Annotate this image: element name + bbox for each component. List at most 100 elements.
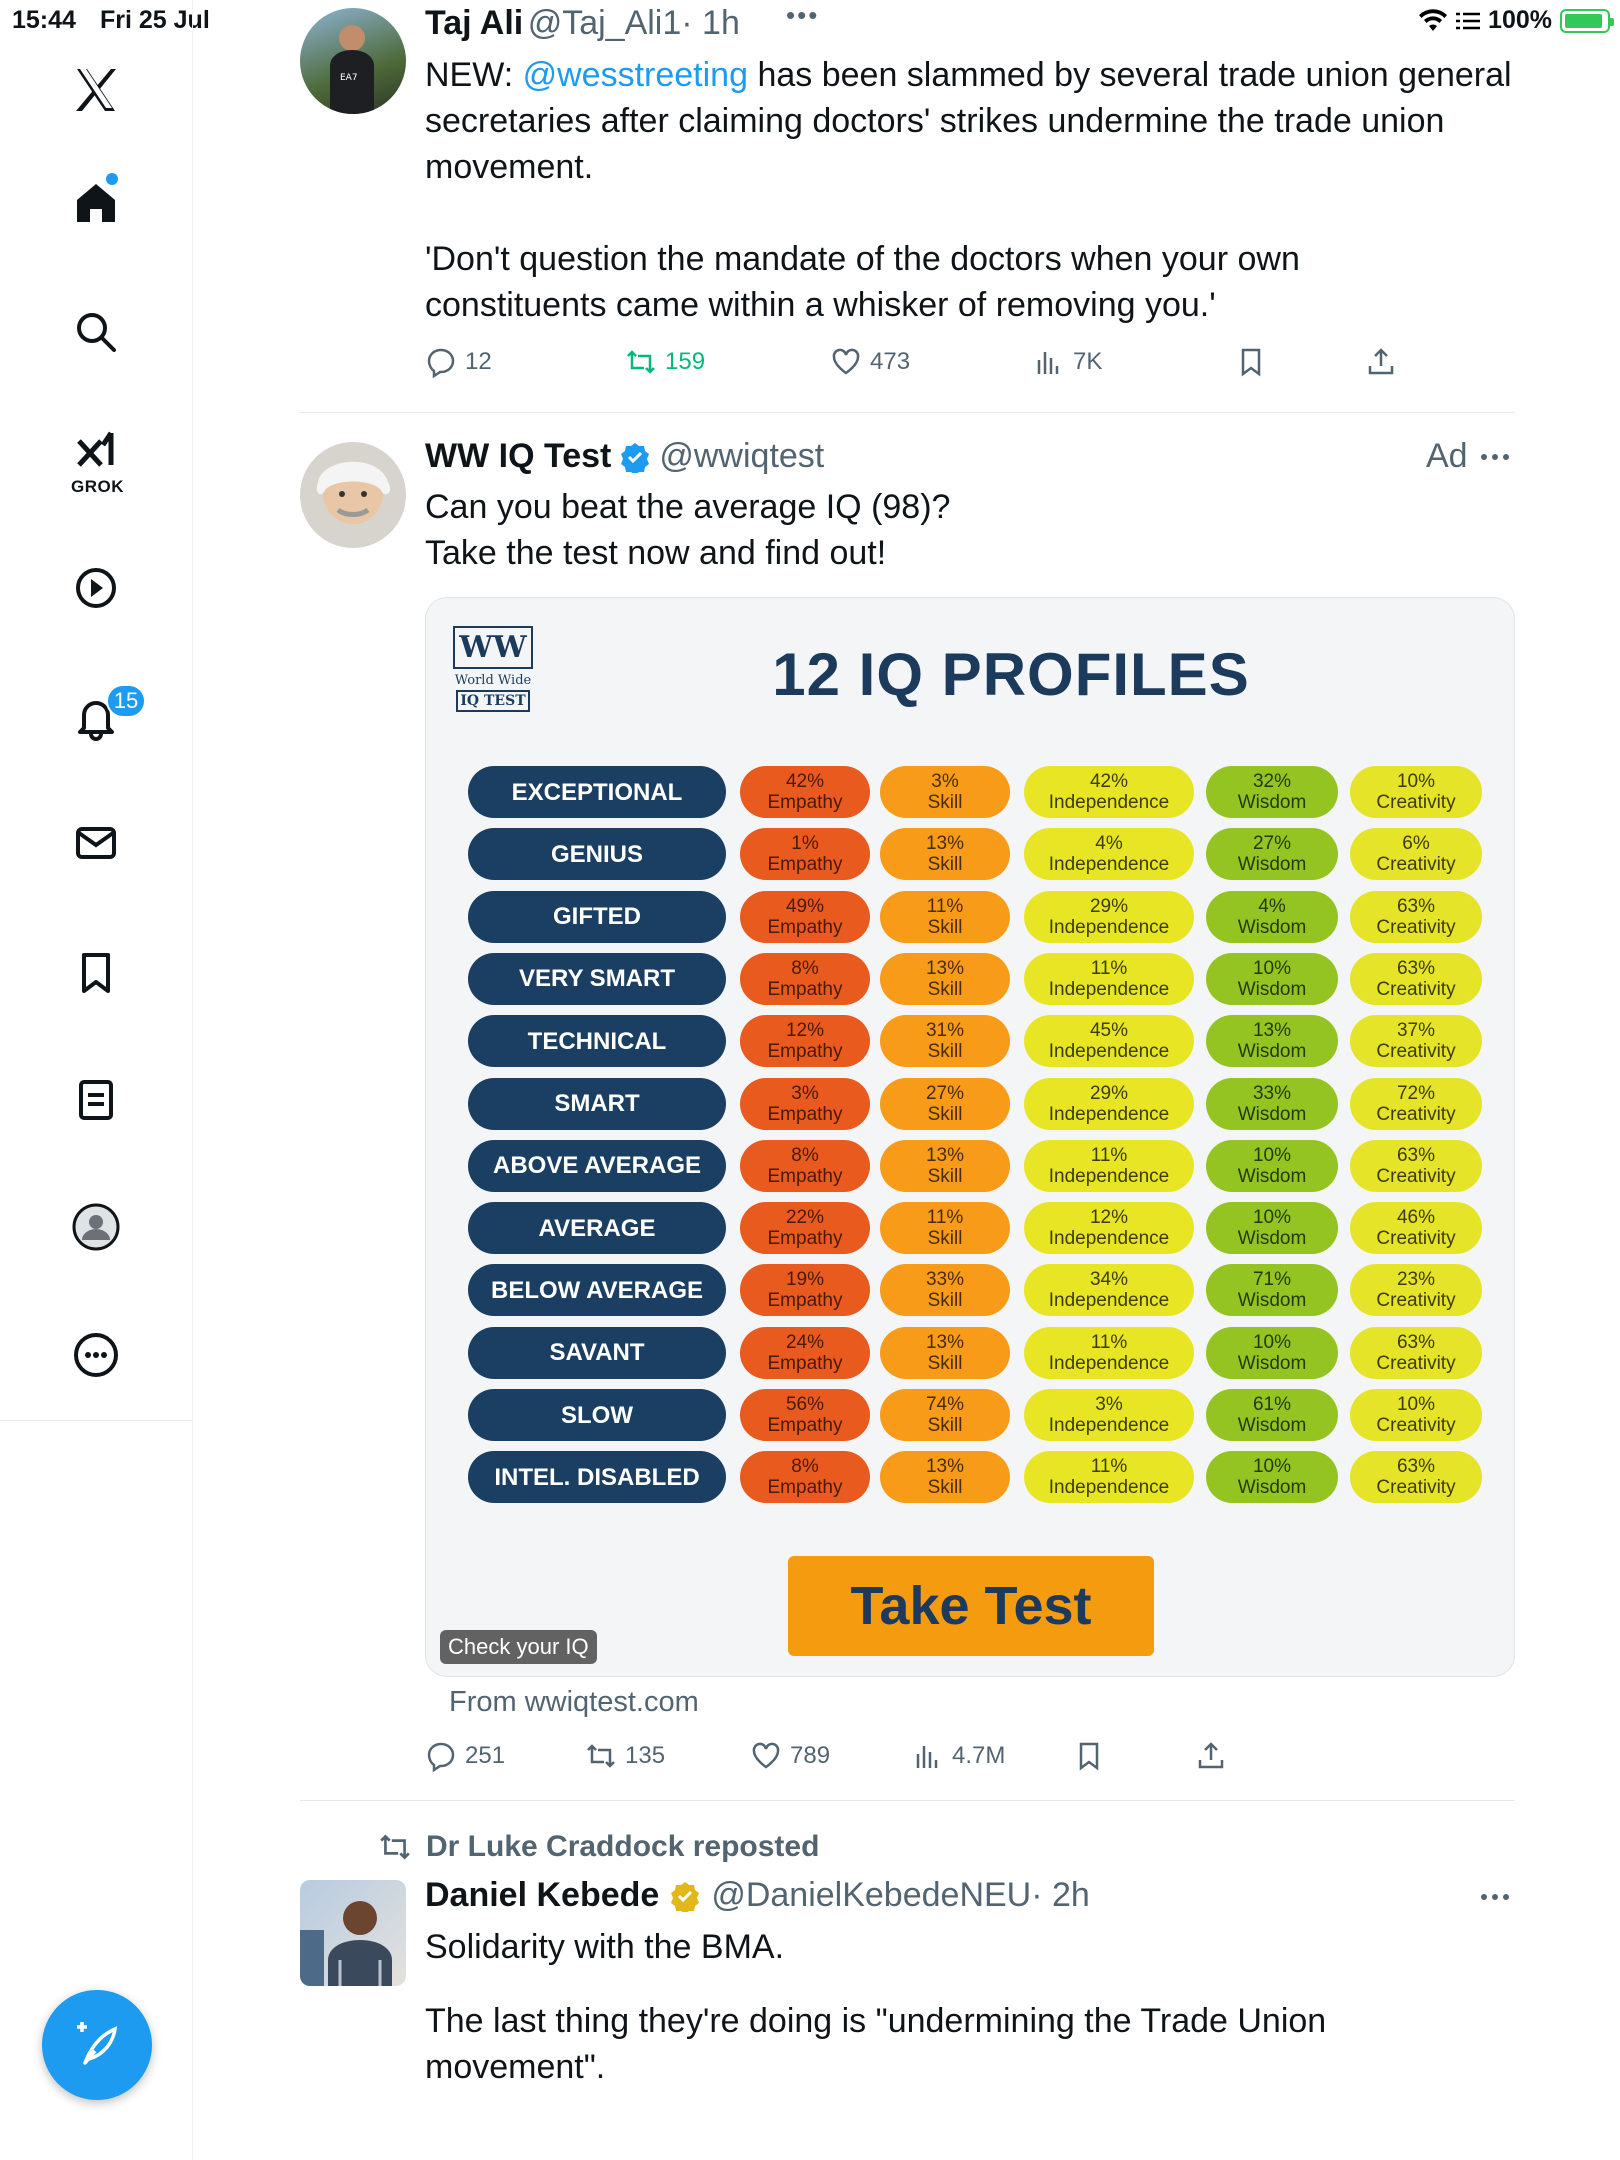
pill-value: 72% — [1396, 1082, 1436, 1104]
bookmark-button[interactable] — [1073, 1740, 1105, 1772]
author-name[interactable]: Daniel Kebede — [425, 1876, 659, 1915]
pill-attribute: Empathy — [767, 1415, 843, 1436]
profile-skill-pill: 74% Skill — [880, 1389, 1010, 1441]
bookmark-icon — [1079, 1742, 1099, 1771]
reply-button[interactable]: 251 — [425, 1740, 505, 1772]
pill-value: 3% — [791, 1082, 819, 1104]
views-button[interactable]: 7K — [1033, 346, 1102, 378]
profile-emp-pill: 42% Empathy — [740, 766, 870, 818]
author-handle[interactable]: @wwiqtest — [659, 437, 824, 476]
tweet-time[interactable]: · 2h — [1031, 1876, 1090, 1914]
more-options-icon[interactable] — [1478, 1885, 1512, 1909]
pill-value: 11% — [926, 895, 964, 917]
ad-image-card[interactable]: WW World Wide IQ TEST 12 IQ PROFILES EXC… — [425, 597, 1515, 1677]
profile-wis-pill: 10% Wisdom — [1206, 1139, 1338, 1192]
messages-mail-icon[interactable] — [56, 803, 136, 883]
repost-label[interactable]: Dr Luke Craddock reposted — [426, 1830, 819, 1864]
reply-button[interactable]: 12 — [425, 346, 492, 378]
pill-attribute: Creativity — [1376, 1165, 1456, 1187]
x-logo-icon[interactable] — [56, 50, 136, 130]
tweet-text: Solidarity with the BMA. The last thing … — [425, 1924, 1525, 2090]
pill-attribute: Creativity — [1376, 1228, 1456, 1250]
profile-emp-pill: 19% Empathy — [740, 1264, 870, 1317]
pill-attribute: Skill — [927, 854, 963, 876]
pill-attribute: Creativity — [1376, 1352, 1456, 1374]
pill-attribute: Wisdom — [1237, 1290, 1307, 1312]
views-button[interactable]: 4.7M — [912, 1740, 1005, 1772]
profile-cre-pill: 23% Creativity — [1350, 1264, 1482, 1317]
pill-attribute: Creativity — [1376, 1415, 1456, 1436]
repost-button[interactable]: 159 — [625, 346, 705, 378]
profile-cre-pill: 63% Creativity — [1350, 1451, 1482, 1504]
home-icon[interactable] — [56, 163, 136, 243]
pill-attribute: Wisdom — [1237, 916, 1307, 938]
pill-value: 8% — [791, 1456, 819, 1478]
author-name[interactable]: WW IQ Test — [425, 437, 611, 476]
pill-value: 24% — [785, 1331, 825, 1353]
avatar[interactable] — [300, 1880, 406, 1986]
text-line: Solidarity with the BMA. — [425, 1928, 785, 1966]
profile-ind-pill: 29% Independence — [1024, 890, 1194, 943]
pill-value: 10% — [1396, 771, 1436, 792]
pill-value: 31% — [925, 1020, 965, 1042]
bookmarks-icon[interactable] — [56, 933, 136, 1013]
pill-value: 13% — [925, 957, 965, 979]
search-icon[interactable] — [56, 292, 136, 372]
pill-attribute: Wisdom — [1237, 1352, 1307, 1374]
profile-ind-pill: 34% Independence — [1024, 1264, 1194, 1317]
more-options-icon[interactable]: ••• — [786, 0, 819, 31]
video-play-icon[interactable] — [56, 548, 136, 628]
wifi-icon — [1419, 8, 1448, 31]
pill-value: 1% — [791, 833, 819, 855]
pill-attribute: Independence — [1048, 978, 1170, 1000]
compose-post-button[interactable] — [42, 1990, 152, 2100]
text-segment: has been slammed by several trade union … — [748, 56, 1512, 94]
pill-attribute: Independence — [1048, 1103, 1170, 1125]
card-source-link[interactable]: From wwiqtest.com — [449, 1686, 699, 1719]
bookmark-button[interactable] — [1235, 346, 1267, 378]
pill-value: 8% — [791, 957, 819, 979]
profile-wis-pill: 27% Wisdom — [1206, 828, 1338, 881]
mention-link[interactable]: @wesstreeting — [523, 56, 748, 94]
profile-skill-pill: 13% Skill — [880, 952, 1010, 1005]
like-button[interactable]: 789 — [750, 1740, 830, 1772]
pill-value: 11% — [1090, 1456, 1128, 1478]
profile-emp-pill: 1% Empathy — [740, 828, 870, 881]
pill-value: 63% — [1396, 1144, 1436, 1166]
author-name[interactable]: Taj Ali — [425, 4, 523, 42]
profile-cre-pill: 63% Creativity — [1350, 952, 1482, 1005]
author-handle[interactable]: @DanielKebedeNEU — [711, 1876, 1031, 1914]
profile-avatar-icon[interactable] — [56, 1187, 136, 1267]
profile-emp-pill: 8% Empathy — [740, 1451, 870, 1504]
pill-value: 11% — [1090, 1144, 1128, 1166]
share-button[interactable] — [1195, 1740, 1227, 1772]
share-button[interactable] — [1365, 346, 1397, 378]
profile-label: INTEL. DISABLED — [468, 1451, 726, 1504]
more-options-icon[interactable] — [1478, 445, 1512, 469]
profile-cre-pill: 37% Creativity — [1350, 1015, 1482, 1068]
avatar[interactable] — [300, 442, 406, 548]
pill-value: 13% — [925, 1331, 965, 1353]
pill-value: 8% — [791, 1144, 819, 1166]
profile-ind-pill: 12% Independence — [1024, 1202, 1194, 1255]
avatar[interactable]: EA7 — [300, 8, 406, 114]
pill-attribute: Empathy — [767, 1165, 843, 1187]
tweet-time[interactable]: · 1h — [681, 4, 740, 42]
pill-attribute: Empathy — [767, 1477, 843, 1499]
views-count: 4.7M — [952, 1742, 1006, 1769]
repost-count: 159 — [665, 348, 706, 375]
pill-value: 12% — [1089, 1207, 1129, 1229]
pill-value: 49% — [785, 895, 825, 917]
lists-icon[interactable] — [56, 1060, 136, 1140]
author-handle[interactable]: @Taj_Ali1 — [528, 4, 682, 42]
take-test-button[interactable]: Take Test — [788, 1556, 1154, 1656]
text-line: movement". — [425, 2048, 606, 2086]
profile-label: GENIUS — [468, 828, 726, 881]
repost-button[interactable]: 135 — [585, 1740, 665, 1772]
pill-attribute: Independence — [1048, 1041, 1170, 1063]
pill-value: 45% — [1089, 1020, 1129, 1042]
like-button[interactable]: 473 — [830, 346, 910, 378]
views-count: 7K — [1073, 348, 1103, 375]
more-circle-icon[interactable] — [56, 1315, 136, 1395]
profile-cre-pill: 10% Creativity — [1350, 1389, 1482, 1441]
